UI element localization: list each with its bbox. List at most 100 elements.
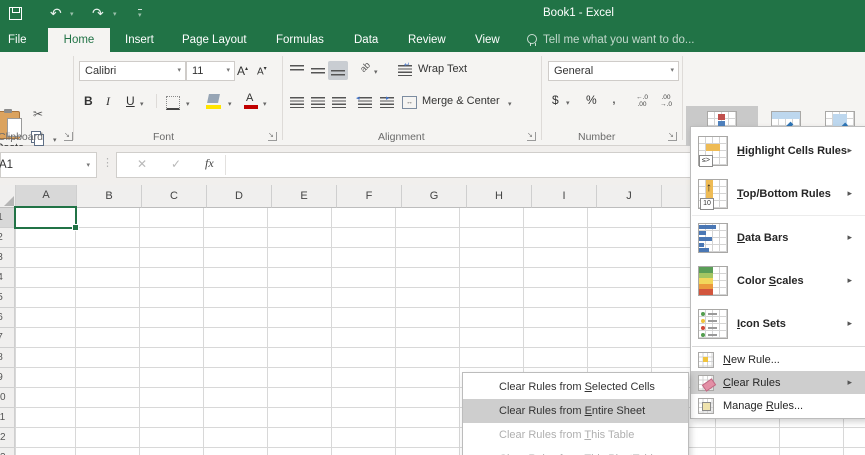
copy-caret-icon[interactable]: ▾ — [53, 136, 57, 144]
tab-view[interactable]: View — [475, 28, 500, 52]
redo-caret-icon[interactable]: ▾ — [113, 10, 117, 18]
font-name-caret-icon[interactable]: ▾ — [177, 62, 181, 80]
decrease-indent-arrow: ◂ — [356, 95, 360, 102]
menu-item-top-bottom-rules[interactable]: ↑ 10 Top/Bottom Rules ▸ — [691, 172, 865, 215]
undo-icon[interactable]: ↶ — [50, 5, 62, 21]
merge-center-button[interactable]: Merge & Center — [422, 95, 500, 107]
tab-insert[interactable]: Insert — [125, 28, 154, 52]
undo-caret-icon[interactable]: ▾ — [70, 10, 74, 18]
tab-review[interactable]: Review — [408, 28, 446, 52]
currency-button[interactable]: $ — [552, 93, 559, 107]
font-color-caret-icon[interactable]: ▾ — [263, 100, 267, 108]
row-header-2[interactable]: 2 — [0, 228, 15, 248]
row-header-6[interactable]: 6 — [0, 308, 15, 328]
increase-decimal-button[interactable]: ←.0.00 — [632, 94, 652, 108]
column-header-f[interactable]: F — [337, 185, 402, 208]
align-bottom-button[interactable] — [328, 61, 348, 80]
select-all-corner[interactable] — [0, 185, 16, 208]
alignment-dialog-launcher[interactable]: ↘ — [527, 132, 536, 141]
menu-item-data-bars[interactable]: Data Bars ▸ — [691, 216, 865, 259]
column-header-j[interactable]: J — [597, 185, 662, 208]
underline-button[interactable]: U — [126, 94, 135, 108]
font-size-select[interactable]: 11 ▾ — [186, 61, 235, 81]
tab-page-layout[interactable]: Page Layout — [182, 28, 247, 52]
merge-center-caret-icon[interactable]: ▾ — [508, 100, 512, 108]
fill-color-caret-icon[interactable]: ▾ — [228, 100, 232, 108]
menu-item-color-scales[interactable]: Color Scales ▸ — [691, 259, 865, 302]
tab-data[interactable]: Data — [354, 28, 378, 52]
orientation-caret-icon[interactable]: ▾ — [374, 68, 378, 76]
align-middle-icon[interactable] — [311, 65, 325, 76]
number-format-select[interactable]: General ▾ — [548, 61, 679, 81]
selected-cell-a1[interactable] — [14, 206, 77, 229]
italic-button[interactable]: I — [106, 94, 110, 109]
tab-file[interactable]: File — [8, 28, 27, 52]
fill-color-icon[interactable] — [207, 94, 220, 103]
column-header-c[interactable]: C — [142, 185, 207, 208]
font-dialog-launcher[interactable]: ↘ — [268, 132, 277, 141]
borders-icon[interactable] — [166, 96, 180, 110]
save-icon[interactable] — [9, 7, 22, 20]
font-name-select[interactable]: Calibri ▾ — [79, 61, 186, 81]
menu-item-clear-rules[interactable]: Clear Rules ▸ — [691, 371, 865, 394]
insert-function-icon[interactable]: fx — [205, 156, 214, 171]
font-size-caret-icon[interactable]: ▾ — [226, 62, 230, 80]
decrease-decimal-button[interactable]: .00 →.0 — [656, 94, 676, 108]
submenu-item-clear-entire-sheet[interactable]: Clear Rules from Entire Sheet — [463, 399, 688, 423]
number-dialog-launcher[interactable]: ↘ — [668, 132, 677, 141]
align-right-icon[interactable] — [332, 97, 346, 108]
row-header-5[interactable]: 5 — [0, 288, 15, 308]
bold-button[interactable]: B — [84, 94, 93, 108]
row-header-13[interactable]: 13 — [0, 448, 15, 455]
enter-icon[interactable]: ✓ — [171, 157, 181, 171]
currency-caret-icon[interactable]: ▾ — [566, 99, 570, 107]
formula-bar-grip-icon[interactable]: ⋮ — [102, 156, 113, 169]
cut-icon[interactable]: ✂ — [33, 107, 43, 121]
redo-icon[interactable]: ↷ — [92, 5, 104, 21]
orientation-icon[interactable]: ab — [358, 60, 372, 74]
row-header-7[interactable]: 7 — [0, 328, 15, 348]
row-header-4[interactable]: 4 — [0, 268, 15, 288]
row-header-1[interactable]: 1 — [0, 208, 15, 228]
align-left-icon[interactable] — [290, 97, 304, 108]
column-header-d[interactable]: D — [207, 185, 272, 208]
menu-item-highlight-cells-rules[interactable]: ≤> Highlight Cells Rules ▸ — [691, 129, 865, 172]
wrap-text-button[interactable]: Wrap Text — [418, 63, 467, 75]
row-header-8[interactable]: 8 — [0, 348, 15, 368]
column-header-e[interactable]: E — [272, 185, 337, 208]
row-header-3[interactable]: 3 — [0, 248, 15, 268]
name-box[interactable]: A1 ▾ — [0, 152, 97, 178]
align-center-icon[interactable] — [311, 97, 325, 108]
tab-home[interactable]: Home — [48, 28, 110, 52]
submenu-item-clear-selected-cells[interactable]: Clear Rules from Selected Cells — [463, 375, 688, 399]
tab-formulas[interactable]: Formulas — [276, 28, 324, 52]
decrease-indent-icon[interactable] — [358, 97, 372, 108]
menu-item-new-rule[interactable]: New Rule... — [691, 348, 865, 371]
tell-me-box[interactable]: Tell me what you want to do... — [543, 28, 695, 52]
column-header-i[interactable]: I — [532, 185, 597, 208]
column-header-g[interactable]: G — [402, 185, 467, 208]
qat-customize-icon[interactable]: ▾ — [138, 9, 142, 19]
comma-button[interactable]: , — [612, 90, 616, 106]
row-header-12[interactable]: 12 — [0, 428, 15, 448]
row-header-9[interactable]: 9 — [0, 368, 15, 388]
align-top-icon[interactable] — [290, 65, 304, 76]
grow-font-button[interactable]: A▴ — [237, 64, 248, 78]
row-header-10[interactable]: 10 — [0, 388, 15, 408]
underline-caret-icon[interactable]: ▾ — [140, 100, 144, 108]
name-box-caret-icon[interactable]: ▾ — [86, 154, 90, 178]
clipboard-dialog-launcher[interactable]: ↘ — [64, 132, 73, 141]
cancel-icon[interactable]: ✕ — [137, 157, 147, 171]
ribbon-tab-bar: File Home Insert Page Layout Formulas Da… — [0, 28, 865, 52]
fill-handle[interactable] — [72, 224, 79, 231]
font-color-icon[interactable]: A — [246, 92, 253, 104]
column-header-b[interactable]: B — [77, 185, 142, 208]
menu-item-manage-rules[interactable]: Manage Rules... — [691, 394, 865, 417]
percent-button[interactable]: % — [586, 93, 597, 107]
column-header-h[interactable]: H — [467, 185, 532, 208]
shrink-font-button[interactable]: A▾ — [257, 65, 267, 77]
menu-item-icon-sets[interactable]: Icon Sets ▸ — [691, 302, 865, 345]
number-format-caret-icon[interactable]: ▾ — [670, 62, 674, 80]
borders-caret-icon[interactable]: ▾ — [186, 100, 190, 108]
row-header-11[interactable]: 11 — [0, 408, 15, 428]
